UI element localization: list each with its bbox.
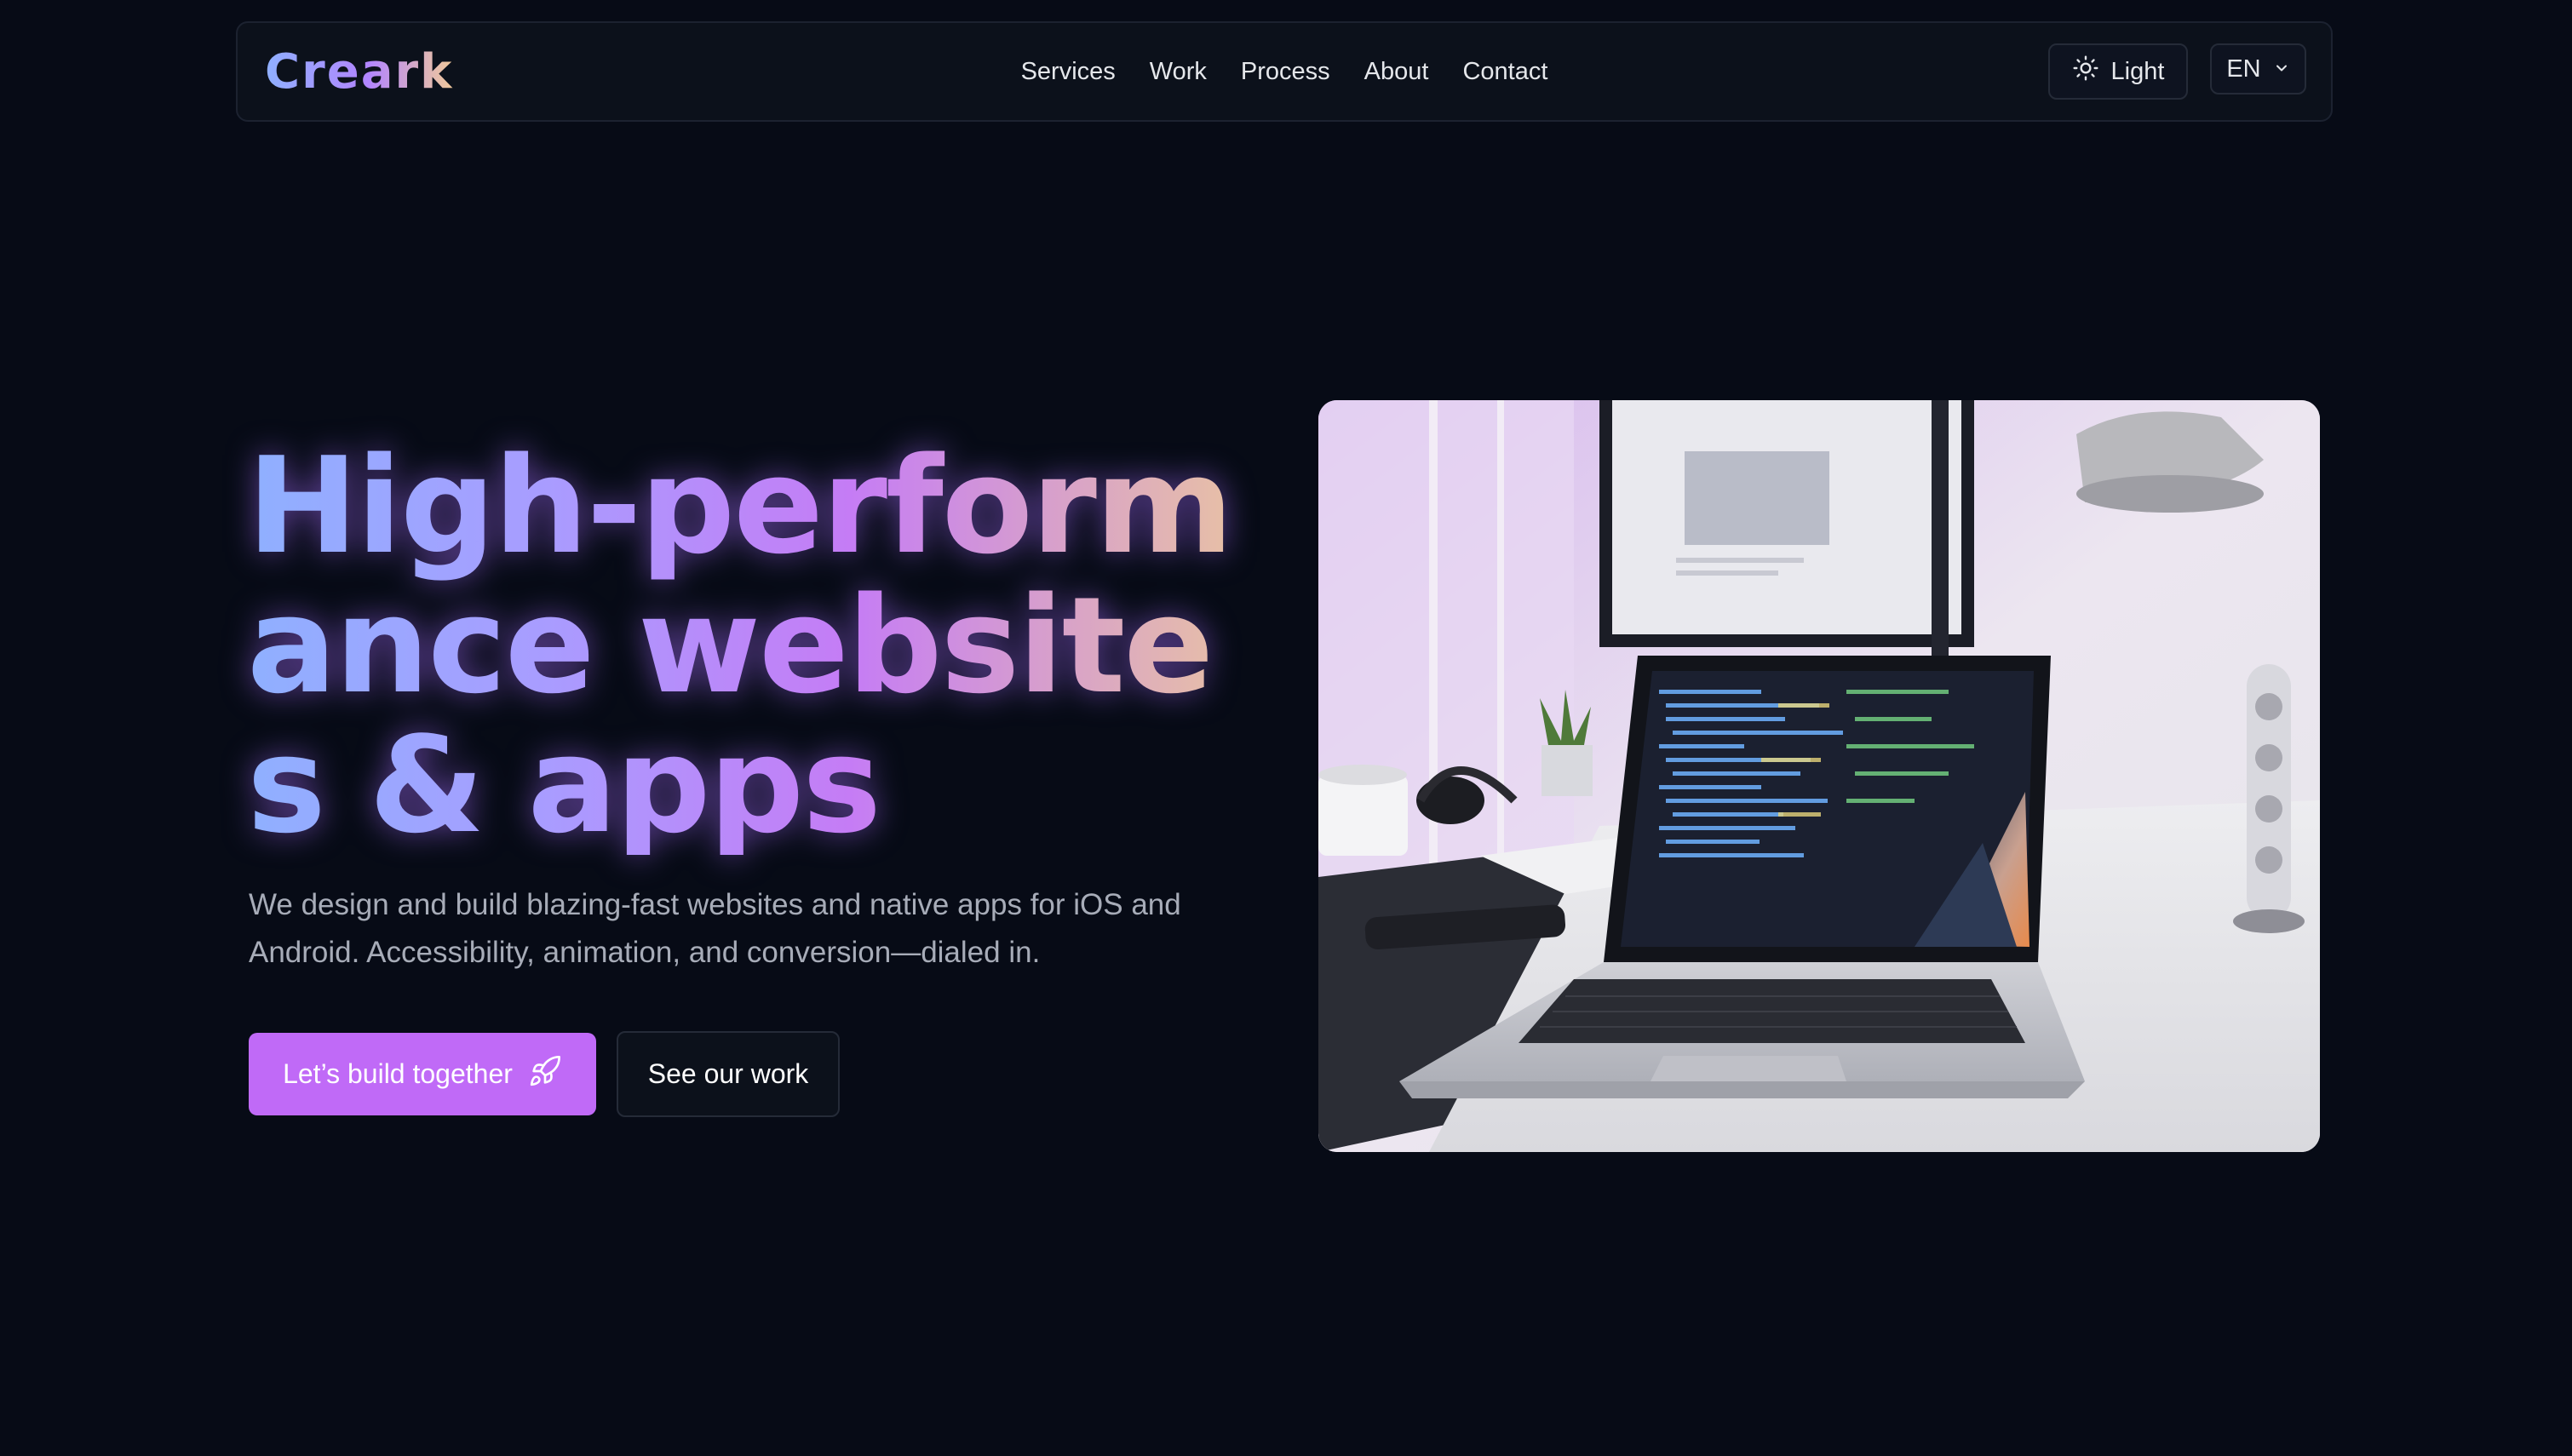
secondary-cta-label: See our work [647, 1058, 809, 1089]
logo[interactable]: Creark [265, 45, 453, 100]
theme-toggle-label: Light [2110, 57, 2165, 85]
page: Creark Services Work Process About Conta… [0, 0, 2572, 1456]
primary-cta-label: Let’s build together [283, 1058, 513, 1089]
hero-image-laptop [1318, 400, 2320, 1152]
lets-build-together-button[interactable]: Let’s build together [249, 1033, 596, 1115]
sun-icon [2072, 54, 2099, 89]
navbar: Creark Services Work Process About Conta… [236, 21, 2333, 122]
language-label: EN [2226, 54, 2261, 83]
hero-subtext: We design and build blazing-fast website… [249, 888, 1181, 969]
rocket-icon [528, 1054, 562, 1095]
nav-link-about[interactable]: About [1364, 58, 1429, 86]
nav-link-process[interactable]: Process [1241, 58, 1330, 86]
see-our-work-button[interactable]: See our work [617, 1031, 840, 1117]
theme-toggle-button[interactable]: Light [2048, 43, 2188, 100]
nav-link-services[interactable]: Services [1021, 58, 1116, 86]
nav-link-work[interactable]: Work [1150, 58, 1207, 86]
nav-link-contact[interactable]: Contact [1462, 58, 1547, 86]
nav-links: Services Work Process About Contact [238, 23, 2331, 120]
hero-headline: High-performance websites & apps [247, 436, 1252, 855]
language-select[interactable]: EN [2210, 43, 2306, 95]
chevron-down-icon [2273, 55, 2290, 83]
